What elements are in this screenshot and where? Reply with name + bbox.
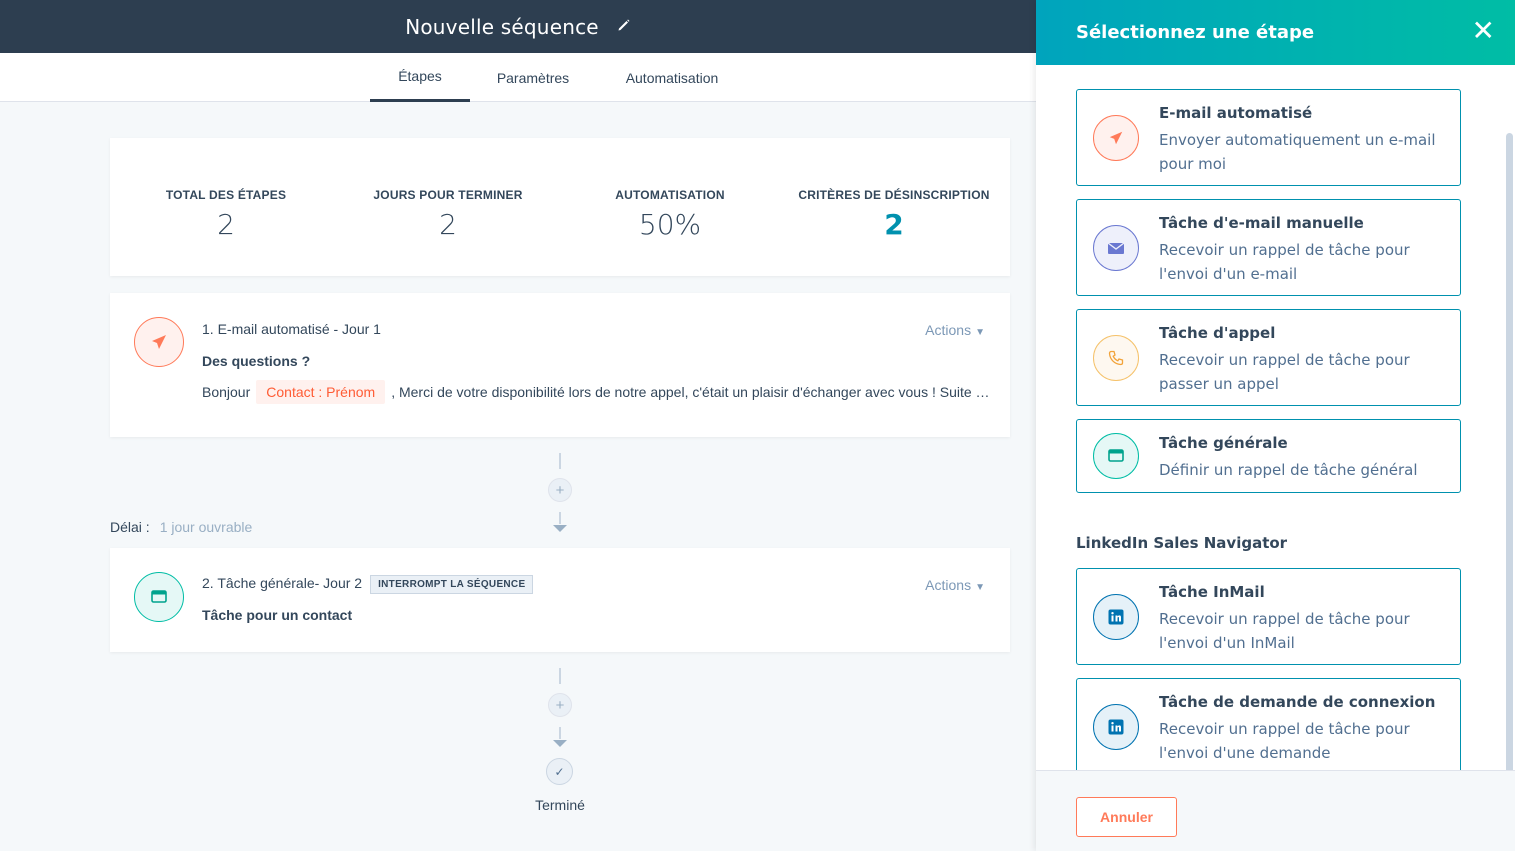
task-icon (134, 572, 184, 622)
option-name: Tâche de demande de connexion (1159, 693, 1436, 711)
option-name: Tâche d'e-mail manuelle (1159, 214, 1364, 232)
stat-total-steps: TOTAL DES ÉTAPES 2 (116, 188, 336, 241)
paper-plane-icon (1093, 115, 1139, 161)
connector-line (559, 512, 561, 524)
pencil-icon[interactable] (617, 18, 631, 36)
panel-scrollbar[interactable] (1506, 133, 1513, 770)
option-name: Tâche générale (1159, 434, 1288, 452)
sequence-header: Nouvelle séquence (0, 0, 1036, 53)
option-desc: Recevoir un rappel de tâche pour l'envoi… (1159, 241, 1410, 283)
select-step-panel: Sélectionnez une étape ✕ E-mail automati… (1036, 0, 1515, 851)
step-title: 2. Tâche générale- Jour 2 (202, 575, 363, 592)
option-desc: Recevoir un rappel de tâche pour l'envoi… (1159, 610, 1410, 652)
section-linkedin: LinkedIn Sales Navigator (1076, 534, 1288, 552)
stat-value-link[interactable]: 2 (784, 208, 1004, 241)
option-call-task[interactable]: Tâche d'appel Recevoir un rappel de tâch… (1076, 309, 1461, 406)
option-desc: Recevoir un rappel de tâche pour l'envoi… (1159, 720, 1410, 762)
panel-footer: Annuler (1036, 770, 1515, 851)
stats-card: TOTAL DES ÉTAPES 2 JOURS POUR TERMINER 2… (110, 138, 1010, 276)
add-step-button[interactable]: + (548, 478, 572, 502)
step-title: 1. E-mail automatisé - Jour 1 (202, 321, 381, 337)
arrow-down-icon (553, 525, 567, 532)
option-name: Tâche d'appel (1159, 324, 1276, 342)
stat-label: CRITÈRES DE DÉSINSCRIPTION (798, 188, 990, 202)
email-subject: Des questions ? (202, 353, 311, 369)
option-automated-email[interactable]: E-mail automatisé Envoyer automatiquemen… (1076, 89, 1461, 186)
stat-value: 2 (439, 208, 457, 241)
arrow-down-icon (553, 740, 567, 747)
panel-body: E-mail automatisé Envoyer automatiquemen… (1036, 65, 1515, 770)
phone-icon (1093, 335, 1139, 381)
stat-label: JOURS POUR TERMINER (373, 188, 523, 202)
tab-parametres[interactable]: Paramètres (483, 53, 583, 102)
body-suffix: , Merci de votre disponibilité lors de n… (391, 384, 990, 400)
tab-etapes[interactable]: Étapes (370, 53, 470, 102)
actions-dropdown[interactable]: Actions ▼ (925, 322, 985, 338)
done-label: Terminé (535, 797, 585, 813)
close-icon[interactable]: ✕ (1472, 17, 1495, 45)
stops-sequence-badge: INTERROMPT LA SÉQUENCE (370, 575, 534, 594)
linkedin-icon (1093, 594, 1139, 640)
actions-dropdown[interactable]: Actions ▼ (925, 577, 985, 593)
option-name: Tâche InMail (1159, 583, 1265, 601)
delay-value[interactable]: 1 jour ouvrable (160, 519, 253, 535)
cancel-button[interactable]: Annuler (1076, 797, 1177, 837)
option-desc: Recevoir un rappel de tâche pour passer … (1159, 351, 1410, 393)
step-card-email[interactable]: 1. E-mail automatisé - Jour 1 Actions ▼ D… (110, 293, 1010, 437)
option-desc: Envoyer automatiquement un e-mail pour m… (1159, 131, 1436, 173)
step-card-task[interactable]: 2. Tâche générale- Jour 2 INTERROMPT LA S… (110, 548, 1010, 652)
step-title-row: 2. Tâche générale- Jour 2 INTERROMPT LA S… (202, 575, 534, 594)
envelope-icon (1093, 225, 1139, 271)
caret-down-icon: ▼ (975, 582, 985, 593)
panel-header: Sélectionnez une étape ✕ (1036, 0, 1515, 65)
task-subject: Tâche pour un contact (202, 607, 353, 623)
option-inmail-task[interactable]: Tâche InMail Recevoir un rappel de tâche… (1076, 568, 1461, 665)
delay-row: Délai : 1 jour ouvrable (110, 519, 252, 535)
paper-plane-icon (134, 317, 184, 367)
actions-label: Actions (925, 322, 972, 338)
email-body-preview: Bonjour Contact : Prénom , Merci de votr… (202, 380, 992, 404)
task-icon (1093, 433, 1139, 479)
connector-line (559, 727, 561, 739)
option-name: E-mail automatisé (1159, 104, 1313, 122)
stat-value: 2 (217, 208, 235, 241)
stat-unenroll: CRITÈRES DE DÉSINSCRIPTION 2 (784, 188, 1004, 241)
linkedin-icon (1093, 704, 1139, 750)
check-icon: ✓ (546, 758, 573, 785)
connector-line (559, 453, 561, 469)
tab-bar: Étapes Paramètres Automatisation (0, 53, 1036, 102)
stat-label: TOTAL DES ÉTAPES (165, 188, 287, 202)
sequence-title[interactable]: Nouvelle séquence (405, 15, 599, 39)
caret-down-icon: ▼ (975, 327, 985, 338)
delay-label: Délai : (110, 519, 150, 535)
actions-label: Actions (925, 577, 972, 593)
option-connection-request-task[interactable]: Tâche de demande de connexion Recevoir u… (1076, 678, 1461, 770)
panel-title: Sélectionnez une étape (1076, 22, 1315, 43)
body-prefix: Bonjour (202, 384, 251, 400)
option-general-task[interactable]: Tâche générale Définir un rappel de tâch… (1076, 419, 1461, 493)
option-manual-email-task[interactable]: Tâche d'e-mail manuelle Recevoir un rapp… (1076, 199, 1461, 296)
stat-value: 50% (638, 208, 702, 241)
stat-label: AUTOMATISATION (615, 188, 725, 202)
tab-automatisation[interactable]: Automatisation (612, 53, 732, 102)
stat-days: JOURS POUR TERMINER 2 (338, 188, 558, 241)
personalization-token: Contact : Prénom (256, 380, 386, 404)
stat-automation: AUTOMATISATION 50% (560, 188, 780, 241)
add-step-button[interactable]: + (548, 693, 572, 717)
option-desc: Définir un rappel de tâche général (1159, 461, 1418, 479)
connector-line (559, 668, 561, 684)
